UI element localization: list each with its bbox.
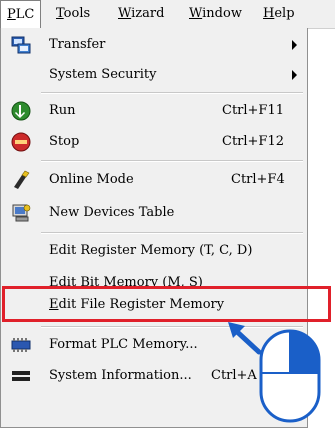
menu-item-stop[interactable]: Stop Ctrl+F12 xyxy=(1,127,307,157)
menu-window-accel: W xyxy=(189,6,203,21)
system-information-shortcut: Ctrl+A xyxy=(211,368,257,383)
menu-window-label: indow xyxy=(202,6,242,21)
run-icon xyxy=(11,101,31,121)
menu-wizard-accel: W xyxy=(118,6,132,21)
menu-item-new-devices-table-label: New Devices Table xyxy=(49,205,175,220)
menu-item-system-security[interactable]: System Security xyxy=(1,60,307,90)
submenu-arrow-icon xyxy=(292,40,297,50)
devices-table-icon xyxy=(12,204,31,222)
menu-item-edit-register-memory-label: Edit Register Memory (T, C, D) xyxy=(49,243,253,258)
system-information-icon xyxy=(12,371,30,381)
menu-item-online-mode[interactable]: Online Mode Ctrl+F4 xyxy=(1,165,307,195)
run-shortcut: Ctrl+F11 xyxy=(222,103,284,118)
stop-shortcut: Ctrl+F12 xyxy=(222,134,284,149)
menu-tools-label: ools xyxy=(63,6,91,21)
transfer-icon xyxy=(11,36,31,54)
online-mode-shortcut: Ctrl+F4 xyxy=(231,172,285,187)
menu-help[interactable]: Help xyxy=(257,0,301,28)
menu-tools[interactable]: Tools xyxy=(50,0,96,28)
menu-separator xyxy=(41,92,303,94)
menu-item-system-security-label: System Security xyxy=(49,67,157,82)
menu-item-transfer[interactable]: Transfer xyxy=(1,30,307,60)
format-memory-icon xyxy=(11,338,31,352)
menu-plc-accel: P xyxy=(7,7,16,22)
menu-item-new-devices-table[interactable]: New Devices Table xyxy=(1,198,307,228)
menu-wizard[interactable]: Wizard xyxy=(112,0,170,28)
menu-separator xyxy=(41,232,303,234)
menu-plc[interactable]: PLC xyxy=(0,0,42,29)
menu-item-edit-register-memory[interactable]: Edit Register Memory (T, C, D) xyxy=(1,236,307,266)
submenu-arrow-icon xyxy=(292,70,297,80)
menu-help-label: elp xyxy=(274,6,295,21)
menu-item-online-mode-label: Online Mode xyxy=(49,172,134,187)
menu-wizard-label: izard xyxy=(131,6,165,21)
menu-item-run[interactable]: Run Ctrl+F11 xyxy=(1,96,307,126)
menu-window[interactable]: Window xyxy=(183,0,248,28)
menu-item-system-information-label: System Information... xyxy=(49,368,192,383)
mouse-click-icon xyxy=(259,329,321,423)
stop-icon xyxy=(11,132,31,152)
menu-item-transfer-label: Transfer xyxy=(49,37,106,52)
online-mode-icon xyxy=(14,170,30,189)
menu-separator xyxy=(41,160,303,162)
menu-bar: PLC Tools Wizard Window Help xyxy=(0,0,335,29)
highlight-box xyxy=(2,286,331,322)
menu-tools-accel: T xyxy=(56,6,64,21)
menu-plc-label: LC xyxy=(15,7,35,22)
menu-item-stop-label: Stop xyxy=(49,134,80,149)
menu-item-format-plc-memory-label: Format PLC Memory... xyxy=(49,337,198,352)
menu-item-run-label: Run xyxy=(49,103,76,118)
menu-help-accel: H xyxy=(263,6,275,21)
